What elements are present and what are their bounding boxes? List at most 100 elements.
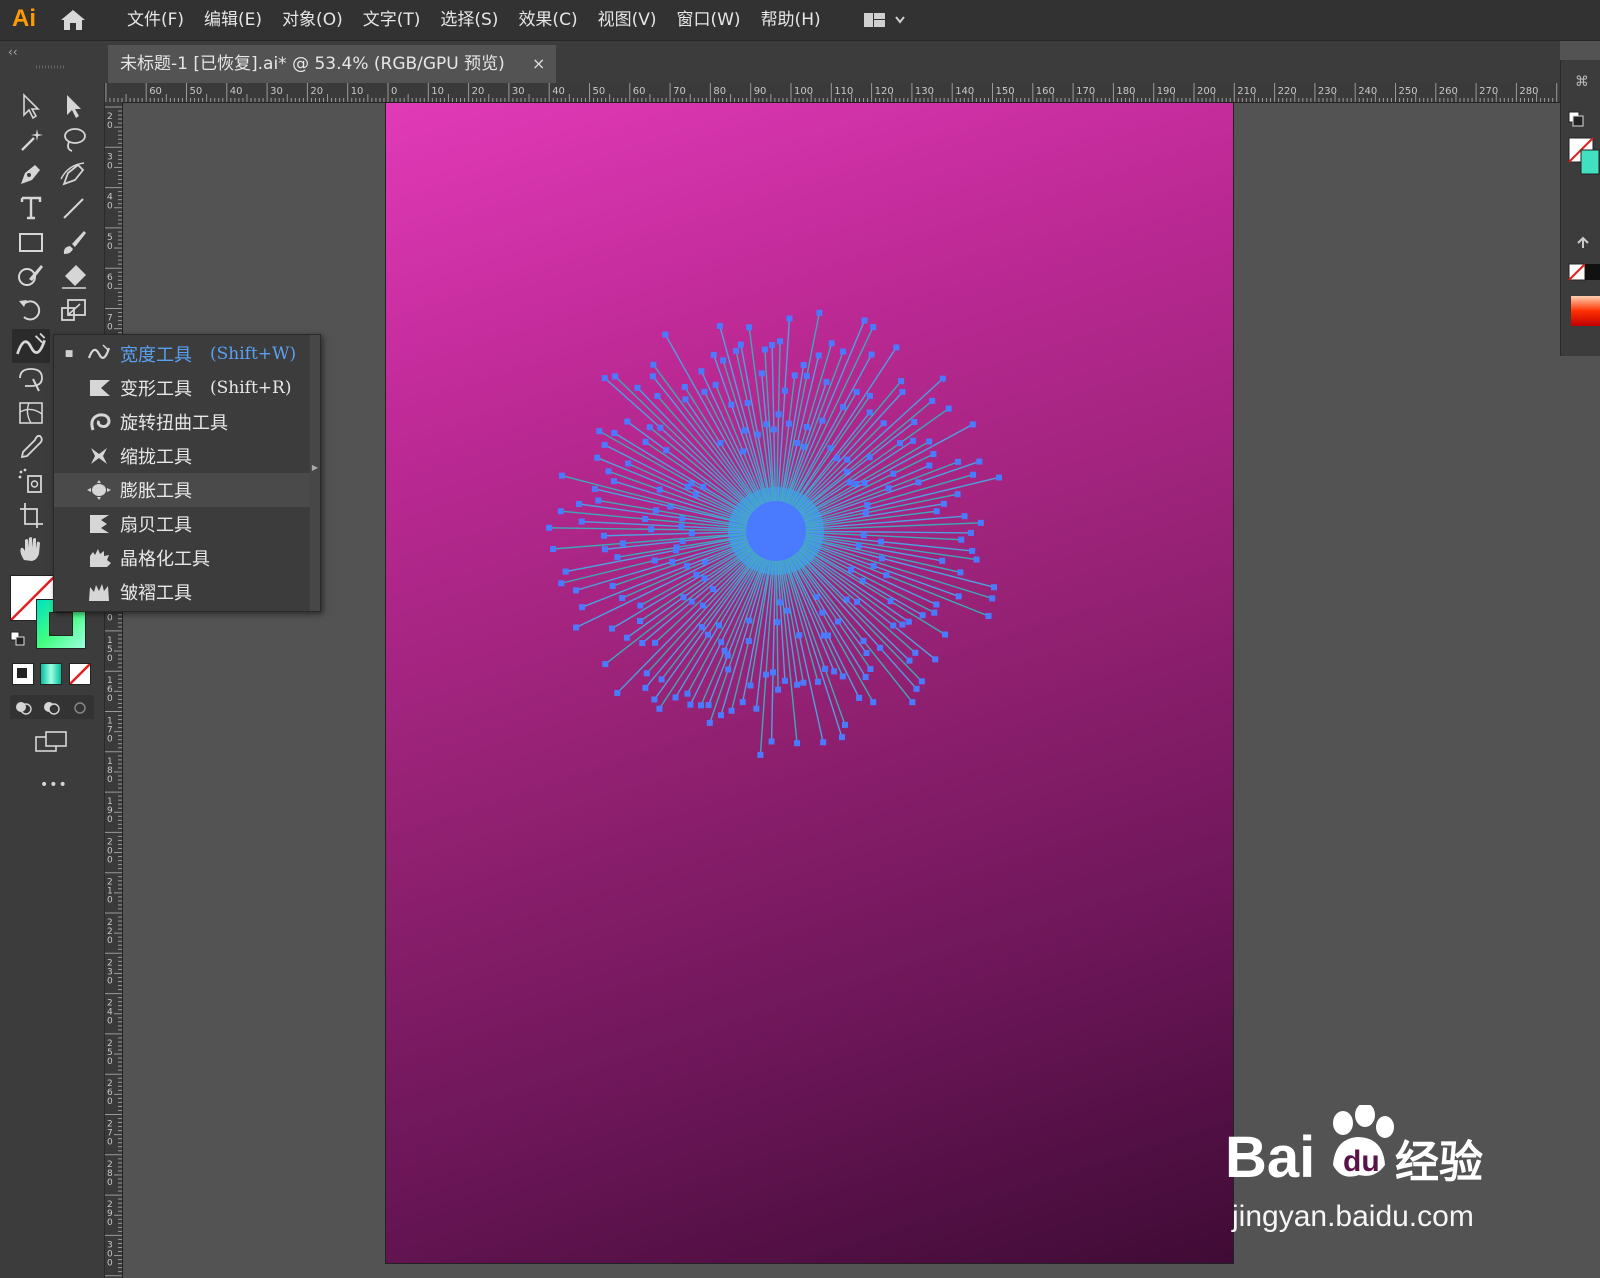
flyout-item-5[interactable]: 扇贝工具	[54, 507, 310, 541]
flyout-item-6[interactable]: 晶格化工具	[54, 541, 310, 575]
flyout-item-1[interactable]: 变形工具 (Shift+R)	[54, 371, 310, 405]
anchor-point	[969, 547, 976, 554]
anchor-point	[854, 598, 861, 605]
anchor-point	[701, 575, 708, 582]
anchor-point	[786, 315, 793, 322]
rotate-tool-icon[interactable]	[15, 295, 47, 325]
hand-tool-icon[interactable]	[15, 534, 47, 564]
rectangle-tool-icon[interactable]	[15, 227, 47, 257]
flyout-item-label: 皱褶工具	[120, 583, 192, 604]
ruler-tick-label: 150	[996, 86, 1015, 97]
anchor-point	[785, 420, 792, 427]
close-tab-icon[interactable]: ×	[532, 45, 545, 83]
anchor-point	[619, 540, 626, 547]
menu-item-6[interactable]: 视图(V)	[598, 0, 657, 40]
artboard-tool-icon[interactable]	[15, 500, 47, 530]
magic-wand-tool-icon[interactable]	[15, 125, 47, 155]
curvature-tool-icon[interactable]	[58, 159, 90, 189]
anchor-point	[699, 602, 706, 609]
anchor-point	[761, 346, 768, 353]
menu-item-8[interactable]: 帮助(H)	[761, 0, 821, 40]
mesh-tool-icon[interactable]	[15, 398, 47, 428]
symbol-sprayer-tool-icon[interactable]	[15, 466, 47, 496]
swap-fill-stroke-icon[interactable]	[10, 631, 26, 647]
anchor-point	[910, 437, 917, 444]
collapse-toolbar-icon[interactable]: ‹‹	[8, 45, 18, 59]
flyout-tearoff-bar[interactable]: ▶	[310, 335, 320, 611]
screen-mode-icon[interactable]	[34, 729, 70, 755]
anchor-point	[720, 357, 727, 364]
anchor-point	[880, 420, 887, 427]
ruler-tick-label: 90	[754, 86, 767, 97]
pen-tool-icon[interactable]	[15, 159, 47, 189]
anchor-point	[939, 375, 946, 382]
anchor-point	[867, 665, 874, 672]
twirl-tool-icon	[84, 410, 114, 434]
direct-selection-tool-icon[interactable]	[58, 91, 90, 121]
free-transform-tool-icon[interactable]	[15, 364, 47, 394]
flyout-item-2[interactable]: 旋转扭曲工具	[54, 405, 310, 439]
ruler-tick-label: 0	[107, 614, 113, 624]
drawing-modes	[10, 695, 94, 719]
anchor-point	[890, 470, 897, 477]
type-tool-icon[interactable]	[15, 193, 47, 223]
gradient-mode-icon[interactable]	[40, 663, 62, 685]
more-tools-icon[interactable]: •••	[40, 777, 68, 793]
anchor-point	[745, 638, 752, 645]
anchor-point	[693, 571, 700, 578]
flyout-item-0[interactable]: ■ 宽度工具 (Shift+W)	[54, 337, 310, 371]
eraser-tool-icon[interactable]	[58, 261, 90, 291]
draw-mode-icons[interactable]	[10, 695, 94, 719]
flyout-item-label: 宽度工具	[120, 345, 192, 366]
anchor-point	[890, 622, 897, 629]
flyout-item-4[interactable]: 膨胀工具	[54, 473, 310, 507]
anchor-point	[831, 668, 838, 675]
anchor-point	[639, 640, 646, 647]
anchor-point	[701, 388, 708, 395]
anchor-point	[958, 536, 965, 543]
ruler-tick-label: 0	[107, 1097, 113, 1107]
menu-item-5[interactable]: 效果(C)	[518, 0, 577, 40]
paintbrush-tool-icon[interactable]	[58, 227, 90, 257]
menu-item-1[interactable]: 编辑(E)	[204, 0, 262, 40]
menu-item-3[interactable]: 文字(T)	[363, 0, 421, 40]
ruler-tick-label: 10	[351, 86, 364, 97]
anchor-point	[637, 602, 644, 609]
panel-icons[interactable]: ⌘	[1561, 60, 1600, 356]
lasso-tool-icon[interactable]	[58, 125, 90, 155]
anchor-point	[862, 674, 869, 681]
anchor-point	[794, 440, 801, 447]
workspace-switcher-icon[interactable]	[862, 10, 914, 30]
anchor-point	[602, 661, 609, 668]
anchor-point	[594, 454, 601, 461]
anchor-point	[820, 739, 827, 746]
anchor-point	[650, 361, 657, 368]
width-tool-icon[interactable]	[12, 329, 50, 363]
anchor-point	[601, 441, 608, 448]
scale-tool-icon[interactable]	[58, 295, 90, 325]
line-segment-tool-icon[interactable]	[58, 193, 90, 223]
home-icon[interactable]	[60, 9, 86, 31]
anchor-point	[697, 702, 704, 709]
anchor-point	[833, 455, 840, 462]
menu-item-0[interactable]: 文件(F)	[127, 0, 184, 40]
none-mode-icon[interactable]	[69, 663, 91, 685]
flyout-item-7[interactable]: 皱褶工具	[54, 575, 310, 609]
anchor-point	[967, 529, 974, 536]
shaper-tool-icon[interactable]	[15, 261, 47, 291]
flyout-item-3[interactable]: 缩拢工具	[54, 439, 310, 473]
menu-item-7[interactable]: 窗口(W)	[676, 0, 740, 40]
anchor-point	[642, 684, 649, 691]
selection-tool-icon[interactable]	[15, 91, 47, 121]
artboard[interactable]	[385, 102, 1234, 1264]
document-tab[interactable]: 未标题-1 [已恢复].ai* @ 53.4% (RGB/GPU 预览)	[108, 45, 556, 83]
starburst-artwork[interactable]	[386, 103, 1233, 1263]
eyedropper-tool-icon[interactable]	[15, 432, 47, 462]
anchor-point	[899, 388, 906, 395]
menu-item-2[interactable]: 对象(O)	[282, 0, 343, 40]
reshape-tools-flyout: ■ 宽度工具 (Shift+W) 变形工具 (Shift+R) 旋转扭曲工具 缩拢工具 膨胀工…	[53, 334, 321, 612]
anchor-point	[688, 598, 695, 605]
anchor-point	[861, 317, 868, 324]
color-mode-icon[interactable]	[12, 663, 34, 685]
menu-item-4[interactable]: 选择(S)	[440, 0, 498, 40]
